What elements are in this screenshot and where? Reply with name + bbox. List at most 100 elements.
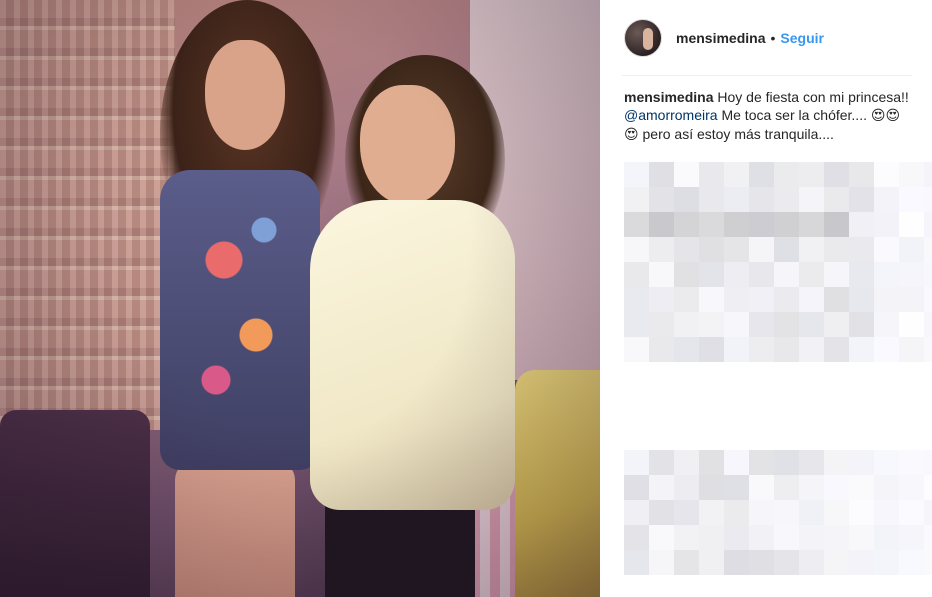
pixel-block xyxy=(924,187,932,212)
pixel-block xyxy=(649,450,674,475)
pixel-block xyxy=(849,312,874,337)
post-caption: mensimedina Hoy de fiesta con mi princes… xyxy=(624,88,914,144)
pixel-block xyxy=(774,550,799,575)
caption-username[interactable]: mensimedina xyxy=(624,89,713,105)
pixel-block xyxy=(624,450,649,475)
pixel-block xyxy=(699,550,724,575)
header-username[interactable]: mensimedina xyxy=(676,30,765,46)
pixel-block xyxy=(774,262,799,287)
pixel-block xyxy=(924,337,932,362)
pixel-block xyxy=(849,262,874,287)
pixel-block xyxy=(799,475,824,500)
pixel-block xyxy=(924,262,932,287)
pixel-block xyxy=(849,237,874,262)
pixel-block xyxy=(799,450,824,475)
header-divider xyxy=(622,75,912,76)
pixel-block xyxy=(774,337,799,362)
pixel-block xyxy=(874,337,899,362)
pixel-block xyxy=(674,475,699,500)
pixel-block xyxy=(699,500,724,525)
pixel-block xyxy=(624,212,649,237)
pixel-block xyxy=(699,337,724,362)
caption-text-before: Hoy de fiesta con mi princesa!! xyxy=(717,89,909,105)
pixel-block xyxy=(874,450,899,475)
pixel-block xyxy=(724,500,749,525)
pixel-block xyxy=(824,237,849,262)
pixel-block xyxy=(724,550,749,575)
pixel-block xyxy=(749,237,774,262)
pixel-block xyxy=(849,475,874,500)
pixel-block xyxy=(749,450,774,475)
pixel-block xyxy=(699,475,724,500)
pixel-block xyxy=(924,212,932,237)
pixel-block xyxy=(924,162,932,187)
pixel-block xyxy=(799,162,824,187)
pixel-block xyxy=(724,212,749,237)
pixel-block xyxy=(774,212,799,237)
pixel-block xyxy=(899,287,924,312)
post-photo[interactable] xyxy=(0,0,600,597)
pixel-block xyxy=(924,287,932,312)
pixel-block xyxy=(699,450,724,475)
pixel-block xyxy=(824,550,849,575)
pixel-block xyxy=(624,237,649,262)
header-separator: • xyxy=(770,30,776,46)
pixel-block xyxy=(799,337,824,362)
pixel-block xyxy=(624,550,649,575)
pixel-block xyxy=(749,187,774,212)
pixel-block xyxy=(799,500,824,525)
pixel-block xyxy=(674,337,699,362)
pixel-block xyxy=(924,450,932,475)
pixel-block xyxy=(849,162,874,187)
pixel-block xyxy=(724,287,749,312)
pixel-block xyxy=(774,187,799,212)
pixel-block xyxy=(774,475,799,500)
pixel-block xyxy=(649,500,674,525)
pixel-block xyxy=(774,237,799,262)
pixel-block xyxy=(724,337,749,362)
pixel-block xyxy=(849,287,874,312)
caption-text-end: pero así estoy más tranquila.... xyxy=(638,126,834,142)
caption-mention-link[interactable]: @amorromeira xyxy=(624,107,718,123)
caption-text-after: Me toca ser la chófer.... xyxy=(717,107,871,123)
pixel-block xyxy=(799,312,824,337)
pixel-block xyxy=(749,337,774,362)
pixel-block xyxy=(649,262,674,287)
pixel-block xyxy=(749,212,774,237)
pixel-block xyxy=(849,550,874,575)
post-side-panel: mensimedina • Seguir mensimedina Hoy de … xyxy=(600,0,932,597)
pixel-block xyxy=(624,262,649,287)
pixel-block xyxy=(924,550,932,575)
pixel-block xyxy=(674,162,699,187)
pixel-block xyxy=(799,525,824,550)
follow-button[interactable]: Seguir xyxy=(780,30,824,46)
pixel-block xyxy=(624,475,649,500)
pixel-block xyxy=(749,525,774,550)
pixel-block xyxy=(874,500,899,525)
pixel-block xyxy=(699,237,724,262)
pixel-block xyxy=(874,237,899,262)
photo-vignette xyxy=(0,0,600,597)
pixel-block xyxy=(849,500,874,525)
pixel-block xyxy=(724,525,749,550)
profile-avatar[interactable] xyxy=(624,19,662,57)
pixel-block xyxy=(924,525,932,550)
pixel-block xyxy=(899,475,924,500)
pixel-block xyxy=(874,550,899,575)
pixel-block xyxy=(724,187,749,212)
pixel-block xyxy=(924,475,932,500)
pixel-block xyxy=(749,475,774,500)
pixel-block xyxy=(774,287,799,312)
pixelated-comments-block xyxy=(624,162,932,362)
pixel-block xyxy=(799,212,824,237)
pixel-block xyxy=(799,187,824,212)
pixel-block xyxy=(649,312,674,337)
pixel-block xyxy=(724,162,749,187)
pixel-block xyxy=(724,450,749,475)
pixel-block xyxy=(799,237,824,262)
pixel-block xyxy=(874,212,899,237)
pixel-block xyxy=(649,212,674,237)
pixel-block xyxy=(624,287,649,312)
pixel-block xyxy=(674,312,699,337)
pixel-block xyxy=(824,162,849,187)
